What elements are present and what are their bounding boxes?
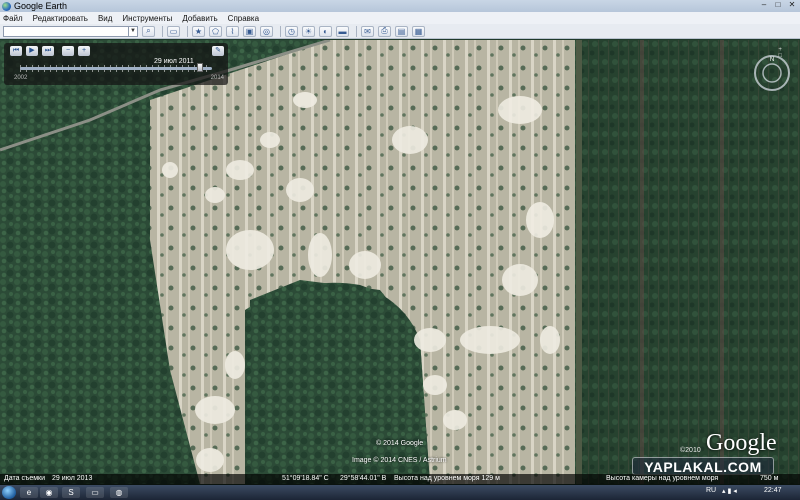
search-button[interactable]: ⌕ (142, 25, 155, 37)
step-back-button[interactable]: ⏮ (10, 46, 22, 56)
language-indicator[interactable]: RU (706, 487, 716, 494)
close-button[interactable]: ✕ (786, 0, 798, 10)
slider-track[interactable] (20, 67, 212, 70)
compass-icon[interactable]: N (752, 53, 792, 93)
capture-date: 29 июл 2013 (52, 475, 93, 482)
step-forward-button[interactable]: ⏭ (42, 46, 54, 56)
polygon-button[interactable]: ⬠ (209, 25, 222, 37)
google-earth-task-icon[interactable]: ◍ (110, 487, 128, 498)
year-credit: ©2010 (680, 447, 701, 454)
slider-thumb[interactable] (197, 63, 204, 72)
elevation: Высота над уровнем моря 129 м (394, 475, 500, 482)
slider-end-year: 2014 (210, 75, 224, 81)
title-bar: Google Earth – □ ✕ (0, 0, 800, 12)
start-button[interactable] (2, 486, 16, 499)
satellite-map[interactable] (0, 40, 800, 484)
window-controls: – □ ✕ (758, 0, 798, 10)
save-image-button[interactable]: ▤ (395, 25, 408, 37)
record-tour-button[interactable]: ◎ (260, 25, 273, 37)
toolbar-separator (187, 25, 188, 37)
menu-edit[interactable]: Редактировать (33, 14, 88, 23)
menu-file[interactable]: Файл (3, 14, 23, 23)
latitude: 51°09'18.84" С (282, 475, 329, 482)
menu-help[interactable]: Справка (228, 14, 259, 23)
overlay-button[interactable]: ▣ (243, 25, 256, 37)
toolbar: ▼ ⌕ ▭ ★ ⬠ ⌇ ▣ ◎ ◷ ☀ ◐ ▬ ✉ ⎙ ▤ ▦ (0, 24, 800, 39)
planet-button[interactable]: ◐ (319, 25, 332, 37)
email-button[interactable]: ✉ (361, 25, 374, 37)
ruler-button[interactable]: ▬ (336, 25, 349, 37)
skype-icon[interactable]: S (62, 487, 80, 498)
toolbar-separator (162, 25, 163, 37)
google-earth-icon (2, 1, 11, 11)
maximize-button[interactable]: □ (772, 0, 784, 10)
yaplakal-watermark: YAPLAKAL.COM (632, 457, 774, 475)
view-in-maps-button[interactable]: ▦ (412, 25, 425, 37)
capture-date-label: Дата съемки (4, 475, 45, 482)
slider-date: 29 июл 2011 (154, 58, 194, 65)
toolbar-separator (356, 25, 357, 37)
status-bar: Дата съемки 29 июл 2013 51°09'18.84" С 2… (0, 474, 800, 485)
copyright-imagery: Image © 2014 CNES / Astrium (352, 457, 447, 464)
sidebar-toggle-button[interactable]: ▭ (167, 25, 180, 37)
search-input[interactable]: ▼ (3, 25, 138, 37)
search-dropdown-icon[interactable]: ▼ (128, 26, 137, 36)
google-logo: Google (706, 430, 777, 456)
map-imagery (0, 40, 800, 484)
slider-start-year: 2002 (14, 75, 28, 81)
print-button[interactable]: ⎙ (378, 25, 391, 37)
path-button[interactable]: ⌇ (226, 25, 239, 37)
historical-imagery-button[interactable]: ◷ (285, 25, 298, 37)
menu-bar: Файл Редактировать Вид Инструменты Добав… (0, 12, 800, 24)
chrome-icon[interactable]: ◉ (40, 487, 58, 498)
compass-north-label: N (770, 57, 774, 63)
eye-altitude-value: 750 м (760, 475, 779, 482)
clock: 22:47 (764, 487, 782, 494)
minimize-button[interactable]: – (758, 0, 770, 10)
google-earth-window: Google Earth – □ ✕ Файл Редактировать Ви… (0, 0, 800, 500)
window-title: Google Earth (14, 1, 68, 11)
menu-add[interactable]: Добавить (182, 14, 217, 23)
eye-altitude-label: Высота камеры над уровнем моря (606, 475, 719, 482)
placemark-button[interactable]: ★ (192, 25, 205, 37)
windows-taskbar: e ◉ S ▭ ◍ RU ▴ ▮ ◂ 22:47 (0, 485, 800, 500)
folder-icon[interactable]: ▭ (86, 487, 104, 498)
menu-tools[interactable]: Инструменты (122, 14, 172, 23)
copyright-google: © 2014 Google (376, 440, 424, 447)
tray-icons[interactable]: ▴ ▮ ◂ (722, 487, 737, 495)
animate-button[interactable]: ▶ (26, 46, 38, 56)
zoom-out-time-button[interactable]: − (62, 46, 74, 56)
sun-button[interactable]: ☀ (302, 25, 315, 37)
toolbar-separator (280, 25, 281, 37)
menu-view[interactable]: Вид (98, 14, 112, 23)
longitude: 29°58'44.01" В (340, 475, 387, 482)
historical-imagery-slider: ⏮ ▶ ⏭ − + ✎ 29 июл 2011 2002 2014 (4, 43, 228, 85)
explorer-icon[interactable]: e (20, 487, 38, 498)
zoom-in-time-button[interactable]: + (78, 46, 90, 56)
wrench-icon[interactable]: ✎ (212, 46, 224, 56)
